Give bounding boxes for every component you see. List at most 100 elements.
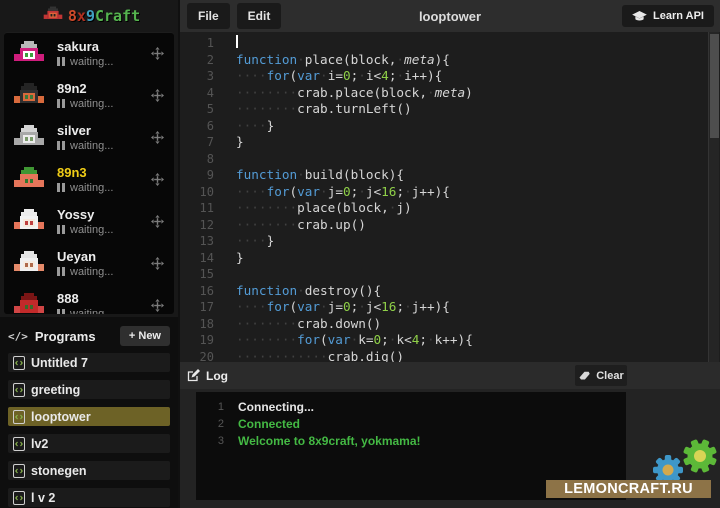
player-status-text: waiting... <box>70 224 113 236</box>
program-item[interactable]: stonegen <box>8 461 170 480</box>
programs-panel: </> Programs + New Untitled 7 greeting l… <box>0 317 178 508</box>
code-line[interactable]: 18········crab.down() <box>180 316 720 333</box>
player-name: sakura <box>57 39 113 54</box>
program-name: greeting <box>31 383 80 397</box>
code-lines: 12function·place(block,·meta){3····for(v… <box>180 35 720 362</box>
line-number: 8 <box>180 151 224 168</box>
crab-avatar-icon <box>14 167 44 191</box>
editor-scrollbar[interactable] <box>708 32 719 362</box>
program-name: lv2 <box>31 437 48 451</box>
player-name: silver <box>57 123 113 138</box>
program-item[interactable]: greeting <box>8 380 170 399</box>
program-item[interactable]: lv2 <box>8 434 170 453</box>
line-number: 3 <box>180 68 224 85</box>
code-line[interactable]: 17····for(var·j=0;·j<16;·j++){ <box>180 299 720 316</box>
code-line[interactable]: 8 <box>180 151 720 168</box>
log-entry: 3Welcome to 8x9craft, yokmama! <box>196 433 626 450</box>
program-item[interactable]: looptower <box>8 407 170 426</box>
learn-api-button[interactable]: Learn API <box>622 5 714 27</box>
code-line[interactable]: 14} <box>180 250 720 267</box>
player-row[interactable]: silver waiting... <box>4 116 174 158</box>
player-row[interactable]: Yossy waiting... <box>4 200 174 242</box>
move-handle-icon[interactable] <box>151 215 164 228</box>
code-line[interactable]: 19········for(var·k=0;·k<4;·k++){ <box>180 332 720 349</box>
compose-icon <box>187 369 200 382</box>
program-name: Untitled 7 <box>31 356 88 370</box>
log-entry: 2 Connected <box>196 416 626 433</box>
player-status-text: waiting... <box>70 98 113 110</box>
pause-icon <box>57 141 65 150</box>
crab-avatar-icon <box>14 41 44 65</box>
main-area: File Edit looptower Learn API 12function… <box>180 0 720 508</box>
player-info: Ueyan waiting... <box>57 249 113 278</box>
program-list: Untitled 7 greeting looptower lv2 stoneg… <box>8 353 170 507</box>
move-handle-icon[interactable] <box>151 131 164 144</box>
move-handle-icon[interactable] <box>151 173 164 186</box>
program-item[interactable]: Untitled 7 <box>8 353 170 372</box>
new-program-button[interactable]: + New <box>120 326 170 346</box>
move-handle-icon[interactable] <box>151 257 164 270</box>
watermark-banner: LEMONCRAFT.RU <box>546 480 711 498</box>
player-status: waiting... <box>57 308 113 315</box>
programs-title: Programs <box>35 329 96 344</box>
code-line[interactable]: 11········place(block,·j) <box>180 200 720 217</box>
app-window: 8x9Craft sakura waiting... 8 <box>0 0 720 508</box>
move-handle-icon[interactable] <box>151 299 164 312</box>
file-menu-button[interactable]: File <box>187 3 230 29</box>
log-line-number: 3 <box>196 433 224 450</box>
edit-menu-button[interactable]: Edit <box>237 3 282 29</box>
scrollbar-thumb[interactable] <box>710 34 719 138</box>
code-line[interactable]: 15 <box>180 266 720 283</box>
code-line[interactable]: 12········crab.up() <box>180 217 720 234</box>
player-info: 89n3 waiting... <box>57 165 113 194</box>
player-row[interactable]: 888 waiting... <box>4 284 174 314</box>
code-line[interactable]: 3····for(var·i=0;·i<4;·i++){ <box>180 68 720 85</box>
player-row[interactable]: sakura waiting... <box>4 32 174 74</box>
move-handle-icon[interactable] <box>151 89 164 102</box>
code-line[interactable]: 7} <box>180 134 720 151</box>
line-number: 19 <box>180 332 224 349</box>
programs-header: </> Programs + New <box>8 324 170 348</box>
code-line[interactable]: 13····} <box>180 233 720 250</box>
player-status-text: waiting... <box>70 266 113 278</box>
code-line[interactable]: 2function·place(block,·meta){ <box>180 52 720 69</box>
code-line[interactable]: 20············crab.dig() <box>180 349 720 363</box>
log-message: Connected <box>238 416 300 433</box>
code-line[interactable]: 4········crab.place(block,·meta) <box>180 85 720 102</box>
code-line[interactable]: 9function·build(block){ <box>180 167 720 184</box>
move-handle-icon[interactable] <box>151 47 164 60</box>
player-status: waiting... <box>57 266 113 278</box>
player-row[interactable]: Ueyan waiting... <box>4 242 174 284</box>
line-number: 2 <box>180 52 224 69</box>
player-info: silver waiting... <box>57 123 113 152</box>
log-line-number: 2 <box>196 416 224 433</box>
clear-log-button[interactable]: Clear <box>575 365 627 386</box>
code-line[interactable]: 6····} <box>180 118 720 135</box>
sidebar: 8x9Craft sakura waiting... 8 <box>0 0 180 508</box>
player-status-text: waiting... <box>70 308 113 315</box>
code-line[interactable]: 5········crab.turnLeft() <box>180 101 720 118</box>
code-line[interactable]: 10····for(var·j=0;·j<16;·j++){ <box>180 184 720 201</box>
program-item[interactable]: l v 2 <box>8 488 170 507</box>
player-list: sakura waiting... 89n2 waiting... <box>4 32 174 314</box>
line-number: 11 <box>180 200 224 217</box>
pause-icon <box>57 99 65 108</box>
player-status: waiting... <box>57 182 113 194</box>
line-number: 6 <box>180 118 224 135</box>
code-editor[interactable]: 12function·place(block,·meta){3····for(v… <box>180 32 720 362</box>
player-info: Yossy waiting... <box>57 207 113 236</box>
script-file-icon <box>13 383 25 397</box>
log-header: Log Clear <box>180 362 720 389</box>
line-number: 4 <box>180 85 224 102</box>
crab-logo-icon <box>44 7 63 22</box>
crab-avatar-icon <box>14 209 44 233</box>
menubar: File Edit looptower Learn API <box>180 0 720 32</box>
crab-avatar-icon <box>14 83 44 107</box>
line-number: 20 <box>180 349 224 363</box>
player-row[interactable]: 89n2 waiting... <box>4 74 174 116</box>
code-line[interactable]: 16function·destroy(){ <box>180 283 720 300</box>
line-number: 5 <box>180 101 224 118</box>
player-row[interactable]: 89n3 waiting... <box>4 158 174 200</box>
code-line[interactable]: 1 <box>180 35 720 52</box>
line-number: 1 <box>180 35 224 52</box>
